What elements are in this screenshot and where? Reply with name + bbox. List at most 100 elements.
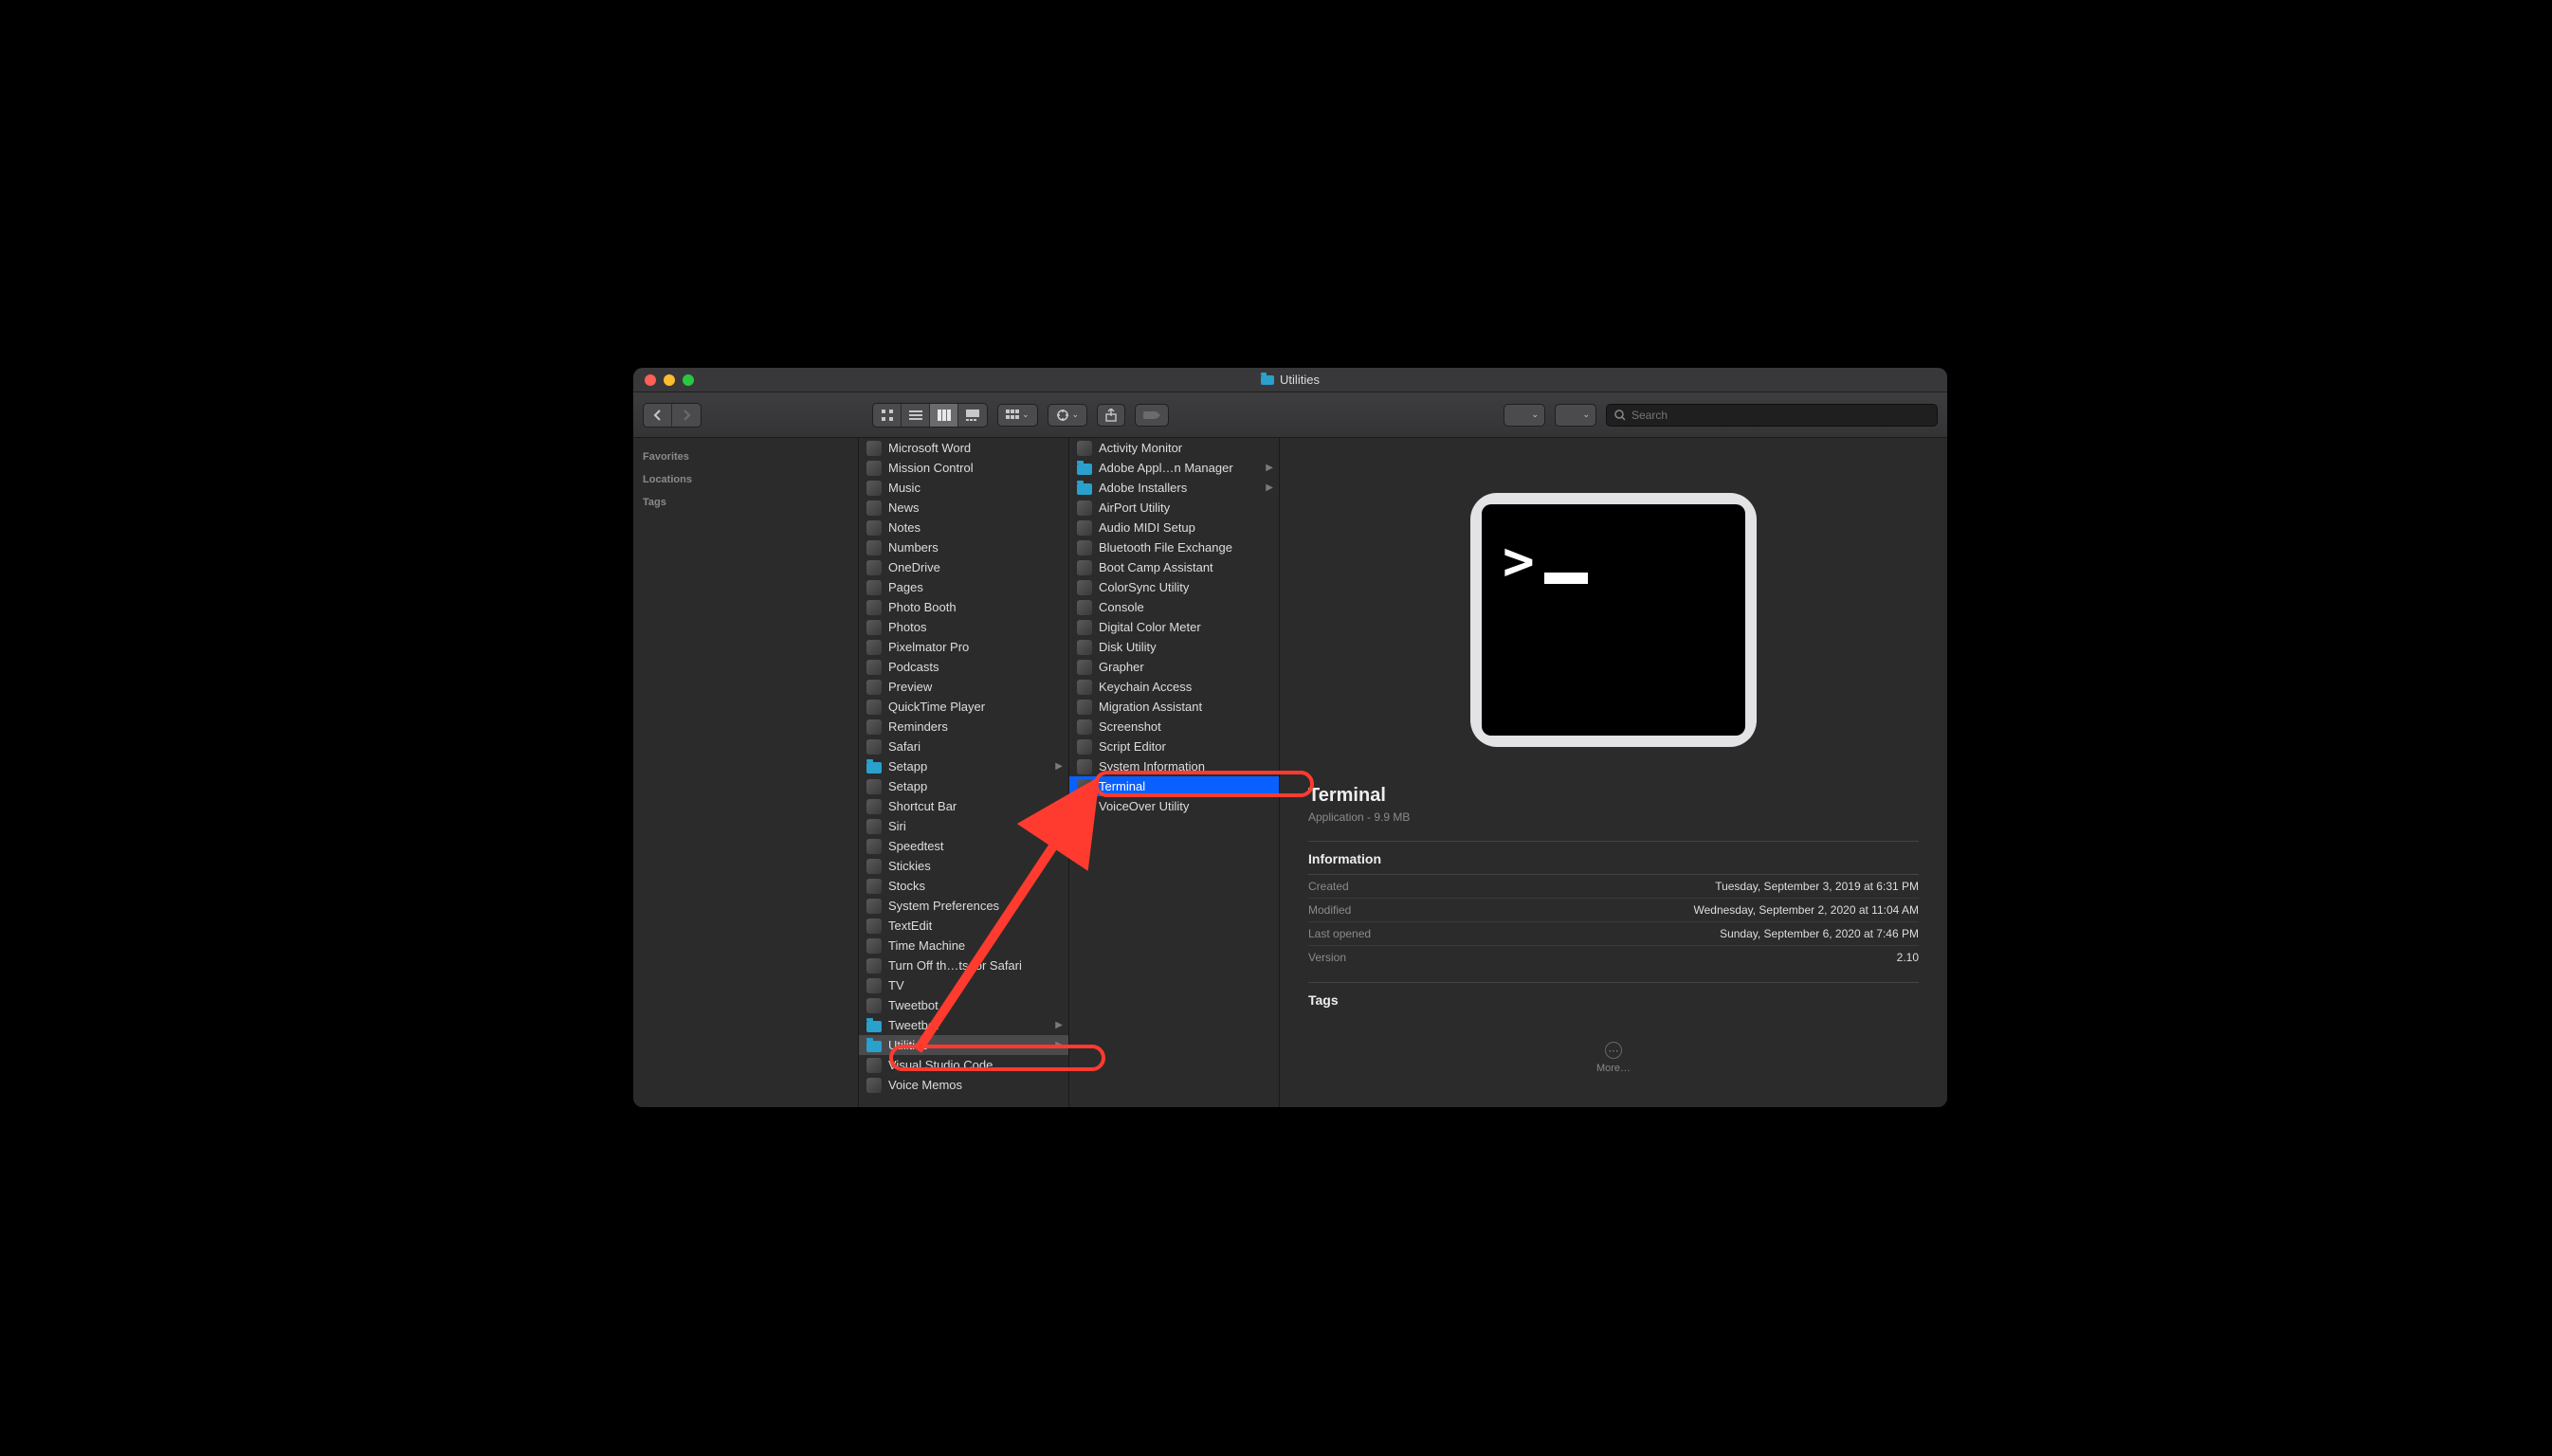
list-item[interactable]: Digital Color Meter (1069, 617, 1279, 637)
view-icons-button[interactable] (873, 404, 902, 427)
list-item[interactable]: Console (1069, 597, 1279, 617)
list-item[interactable]: Notes (859, 518, 1068, 537)
app-icon (866, 600, 882, 615)
list-item[interactable]: Siri (859, 816, 1068, 836)
app-icon (866, 481, 882, 496)
list-item[interactable]: Disk Utility (1069, 637, 1279, 657)
list-item[interactable]: ColorSync Utility (1069, 577, 1279, 597)
info-key: Version (1308, 951, 1346, 964)
list-item[interactable]: Adobe Appl…n Manager▶ (1069, 458, 1279, 478)
list-item[interactable]: Pixelmator Pro (859, 637, 1068, 657)
list-item[interactable]: Tweetbot (859, 995, 1068, 1015)
list-item[interactable]: TextEdit (859, 916, 1068, 936)
list-item[interactable]: Pages (859, 577, 1068, 597)
list-item[interactable]: System Information (1069, 756, 1279, 776)
list-item-label: Photos (888, 620, 926, 634)
list-item[interactable]: Grapher (1069, 657, 1279, 677)
list-item[interactable]: Mission Control (859, 458, 1068, 478)
preview-more[interactable]: ⋯ More… (1308, 1042, 1919, 1074)
list-item[interactable]: Speedtest (859, 836, 1068, 856)
share-button[interactable] (1097, 404, 1125, 427)
list-item[interactable]: Setapp (859, 776, 1068, 796)
folder-icon (1077, 483, 1092, 495)
maximize-button[interactable] (683, 374, 694, 386)
list-item-label: News (888, 500, 920, 515)
list-item[interactable]: Setapp▶ (859, 756, 1068, 776)
sidebar-header-favorites[interactable]: Favorites (633, 446, 858, 468)
list-item[interactable]: Script Editor (1069, 737, 1279, 756)
forward-button[interactable] (672, 404, 701, 427)
list-item[interactable]: Photo Booth (859, 597, 1068, 617)
sidebar-header-tags[interactable]: Tags (633, 491, 858, 514)
list-item[interactable]: Turn Off th…ts for Safari (859, 956, 1068, 975)
list-item[interactable]: Stocks (859, 876, 1068, 896)
list-item[interactable]: News (859, 498, 1068, 518)
group-by-button[interactable]: ⌄ (997, 404, 1038, 427)
list-item[interactable]: Podcasts (859, 657, 1068, 677)
finder-window: Utilities (633, 368, 1947, 1107)
search-input[interactable] (1631, 409, 1929, 422)
list-item[interactable]: Screenshot (1069, 717, 1279, 737)
toolbar-dropdown-1[interactable]: ⌄ (1504, 404, 1545, 427)
app-icon (866, 461, 882, 476)
list-item[interactable]: Numbers (859, 537, 1068, 557)
app-icon (866, 1078, 882, 1093)
view-list-button[interactable] (902, 404, 930, 427)
list-item[interactable]: AirPort Utility (1069, 498, 1279, 518)
list-item-label: Adobe Installers (1099, 481, 1187, 495)
view-columns-button[interactable] (930, 404, 958, 427)
list-item[interactable]: Shortcut Bar (859, 796, 1068, 816)
list-item-label: TV (888, 978, 904, 992)
more-label: More… (1308, 1063, 1919, 1074)
list-item[interactable]: Microsoft Word (859, 438, 1068, 458)
list-item[interactable]: TV (859, 975, 1068, 995)
list-item[interactable]: Photos (859, 617, 1068, 637)
list-item[interactable]: Preview (859, 677, 1068, 697)
back-button[interactable] (644, 404, 672, 427)
toolbar-dropdown-2[interactable]: ⌄ (1555, 404, 1596, 427)
tags-button[interactable] (1135, 404, 1169, 427)
list-item[interactable]: QuickTime Player (859, 697, 1068, 717)
list-item-label: OneDrive (888, 560, 940, 574)
list-item-label: Audio MIDI Setup (1099, 520, 1195, 535)
list-item-label: Keychain Access (1099, 680, 1192, 694)
list-item[interactable]: Utilities▶ (859, 1035, 1068, 1055)
list-item[interactable]: Boot Camp Assistant (1069, 557, 1279, 577)
list-item[interactable]: Visual Studio Code (859, 1055, 1068, 1075)
list-item[interactable]: Migration Assistant (1069, 697, 1279, 717)
list-item[interactable]: Tweetbot▶ (859, 1015, 1068, 1035)
list-item[interactable]: Activity Monitor (1069, 438, 1279, 458)
finder-body: Favorites Locations Tags Microsoft WordM… (633, 438, 1947, 1107)
list-item[interactable]: Bluetooth File Exchange (1069, 537, 1279, 557)
action-menu-button[interactable]: ⌄ (1048, 404, 1088, 427)
list-item[interactable]: OneDrive (859, 557, 1068, 577)
list-item[interactable]: Audio MIDI Setup (1069, 518, 1279, 537)
list-item[interactable]: Music (859, 478, 1068, 498)
list-item[interactable]: Time Machine (859, 936, 1068, 956)
list-item[interactable]: Stickies (859, 856, 1068, 876)
list-item[interactable]: Keychain Access (1069, 677, 1279, 697)
list-item[interactable]: Voice Memos (859, 1075, 1068, 1095)
search-field[interactable] (1606, 404, 1938, 427)
list-item[interactable]: Terminal (1069, 776, 1279, 796)
list-item[interactable]: Safari (859, 737, 1068, 756)
app-icon (866, 819, 882, 834)
list-item[interactable]: System Preferences (859, 896, 1068, 916)
app-icon (866, 441, 882, 456)
list-item[interactable]: VoiceOver Utility (1069, 796, 1279, 816)
column-utilities[interactable]: Activity MonitorAdobe Appl…n Manager▶Ado… (1069, 438, 1280, 1107)
sidebar-header-locations[interactable]: Locations (633, 468, 858, 491)
list-item[interactable]: Adobe Installers▶ (1069, 478, 1279, 498)
minimize-button[interactable] (664, 374, 675, 386)
close-button[interactable] (645, 374, 656, 386)
disclosure-chevron-icon: ▶ (1055, 761, 1063, 772)
folder-icon (866, 762, 882, 774)
list-item-label: Podcasts (888, 660, 939, 674)
list-item-label: System Preferences (888, 899, 999, 913)
column-applications[interactable]: Microsoft WordMission ControlMusic News No… (859, 438, 1069, 1107)
list-item-label: Safari (888, 739, 921, 754)
list-item[interactable]: Reminders (859, 717, 1068, 737)
disclosure-chevron-icon: ▶ (1055, 1040, 1063, 1050)
info-row: Version2.10 (1308, 945, 1919, 969)
view-gallery-button[interactable] (958, 404, 987, 427)
